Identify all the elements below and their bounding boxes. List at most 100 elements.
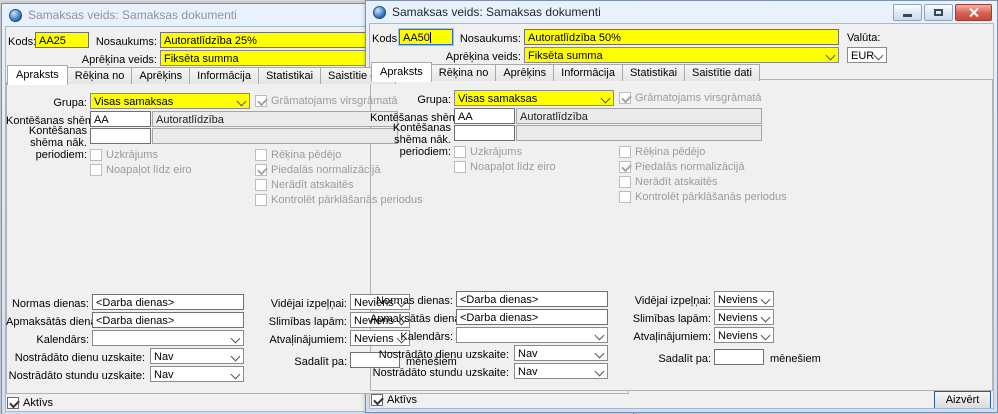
nostradato-stundu-label: Nostrādāto stundu uzskaite:: [372, 367, 509, 379]
apmaksatas-dienas-label: Apmaksātās dienas:: [370, 313, 470, 325]
nak-shema-kods-input[interactable]: [90, 128, 151, 144]
chevron-down-icon: [230, 351, 241, 362]
atvalinajumiem-value: Neviens: [718, 330, 758, 342]
noapalot-label: Noapaļot līdz eiro: [470, 161, 556, 173]
nostradato-stundu-combo[interactable]: Nav: [514, 363, 608, 379]
slimibas-lapam-combo[interactable]: Neviens: [714, 309, 774, 325]
nostradato-dienu-combo[interactable]: Nav: [514, 345, 608, 361]
nosaukums-input[interactable]: Autoratlīdzība 50%: [524, 29, 839, 45]
kalendars-combo[interactable]: [456, 327, 608, 343]
tab-statistikai[interactable]: Statistikai: [621, 64, 686, 81]
apmaksatas-dienas-input[interactable]: <Darba dienas>: [92, 312, 244, 328]
uzkrajums-checkbox-row: Uzkrājums: [90, 149, 158, 161]
aktivs-checkbox-row: Aktīvs: [371, 394, 417, 406]
nak-periodiem-label: Kontēšanas shēma nāk. periodiem:: [28, 125, 87, 161]
noapalot-checkbox-row: Noapaļot līdz eiro: [90, 164, 192, 176]
kalendars-label: Kalendārs:: [36, 334, 89, 346]
atvalinajumiem-combo[interactable]: Neviens: [714, 327, 774, 343]
chevron-down-icon: [825, 50, 836, 61]
atvalinajumiem-label: Atvaļinājumiem:: [269, 334, 347, 346]
kods-value: AA50: [403, 32, 430, 44]
kontrolet-checkbox: [255, 194, 267, 206]
noapalot-checkbox-row: Noapaļot līdz eiro: [454, 161, 556, 173]
tab-aprekins[interactable]: Aprēķins: [495, 64, 555, 81]
tab-informacija[interactable]: Informācija: [189, 67, 259, 84]
sadalit-pa-input[interactable]: [714, 349, 764, 365]
neradit-checkbox: [619, 176, 631, 188]
tab-strip: Apraksts Rēķina no Aprēķins Informācija …: [371, 62, 760, 82]
shema-kods-input[interactable]: AA: [90, 111, 151, 127]
valuta-value: EUR: [851, 50, 875, 62]
gramatojams-label: Grāmatojams virsgrāmatā: [635, 92, 762, 104]
uzkrajums-label: Uzkrājums: [106, 149, 158, 161]
minimize-button[interactable]: [893, 4, 922, 21]
neradit-checkbox-row: Nerādīt atskaitēs: [255, 179, 354, 191]
nak-shema-nosaukums-field: [516, 125, 762, 141]
kontrolet-label: Kontrolēt pārklāšanās periodus: [635, 191, 787, 203]
normas-dienas-input[interactable]: <Darba dienas>: [456, 291, 608, 307]
aktivs-checkbox[interactable]: [7, 397, 19, 409]
videjai-izpelnai-value: Neviens: [718, 294, 758, 306]
aizvert-button[interactable]: Aizvērt: [934, 391, 991, 408]
text-caret: [429, 32, 431, 43]
valuta-label: Valūta:: [847, 32, 881, 44]
aprekina-veids-combo[interactable]: Fiksēta summa: [524, 47, 839, 63]
grupa-combo[interactable]: Visas samaksas: [90, 93, 250, 109]
gramatojams-label: Grāmatojams virsgrāmatā: [271, 95, 398, 107]
videjai-izpelnai-combo[interactable]: Neviens: [714, 291, 774, 307]
rekina-pedejo-checkbox-row: Rēķina pēdējo: [255, 149, 341, 161]
piedalas-label: Piedalās normalizācijā: [635, 161, 745, 173]
app-icon: [373, 5, 386, 19]
kalendars-combo[interactable]: [92, 330, 244, 346]
piedalas-checkbox: [619, 161, 631, 173]
gramatojams-checkbox: [619, 92, 631, 104]
slimibas-lapam-label: Slimības lapām:: [632, 313, 711, 325]
nak-periodiem-label: Kontēšanas shēma nāk. periodiem:: [392, 122, 451, 158]
tab-statistikai[interactable]: Statistikai: [257, 67, 322, 84]
nostradato-dienu-combo[interactable]: Nav: [150, 348, 244, 364]
kods-label: Kods:: [8, 36, 37, 48]
tab-apraksts[interactable]: Apraksts: [7, 65, 68, 85]
nak-shema-kods-input[interactable]: [454, 125, 515, 141]
tab-rekina-no[interactable]: Rēķina no: [66, 67, 133, 84]
kontrolet-checkbox: [619, 191, 631, 203]
normas-dienas-input[interactable]: <Darba dienas>: [92, 294, 244, 310]
atvalinajumiem-label: Atvaļinājumiem:: [633, 331, 711, 343]
nostradato-stundu-combo[interactable]: Nav: [150, 366, 244, 382]
nostradato-stundu-label: Nostrādāto stundu uzskaite:: [8, 370, 145, 382]
rekina-pedejo-checkbox: [255, 149, 267, 161]
apmaksatas-dienas-input[interactable]: <Darba dienas>: [456, 309, 608, 325]
window-right: Samaksas veids: Samaksas dokumenti Kods:…: [365, 0, 998, 413]
tab-rekina-no[interactable]: Rēķina no: [430, 64, 497, 81]
uzkrajums-label: Uzkrājums: [470, 146, 522, 158]
neradit-label: Nerādīt atskaitēs: [635, 176, 718, 188]
aktivs-checkbox[interactable]: [371, 394, 383, 406]
tab-saistitie-dati[interactable]: Saistītie dati: [684, 64, 760, 81]
nostradato-dienu-value: Nav: [518, 348, 538, 360]
normas-dienas-label: Normas dienas:: [11, 298, 89, 310]
grupa-value: Visas samaksas: [94, 96, 174, 108]
grupa-combo[interactable]: Visas samaksas: [454, 90, 614, 106]
uzkrajums-checkbox: [90, 149, 102, 161]
videjai-izpelnai-label: Vidējai izpeļņai:: [634, 295, 711, 307]
tab-informacija[interactable]: Informācija: [553, 64, 623, 81]
piedalas-checkbox-row: Piedalās normalizācijā: [255, 164, 380, 176]
menesiem-label: mēnešiem: [770, 353, 821, 365]
close-icon: [969, 8, 978, 17]
shema-kods-input[interactable]: AA: [454, 108, 515, 124]
maximize-button[interactable]: [924, 4, 953, 21]
gramatojams-checkbox-row: Grāmatojams virsgrāmatā: [619, 92, 762, 104]
piedalas-label: Piedalās normalizācijā: [271, 164, 381, 176]
tab-aprekins[interactable]: Aprēķins: [131, 67, 191, 84]
rekina-pedejo-label: Rēķina pēdējo: [271, 149, 342, 161]
tab-apraksts[interactable]: Apraksts: [371, 62, 432, 82]
chevron-down-icon: [230, 333, 241, 344]
close-button[interactable]: [955, 4, 992, 21]
app-icon: [9, 8, 22, 22]
valuta-combo[interactable]: EUR: [847, 47, 887, 63]
chevron-down-icon: [760, 294, 771, 305]
nostradato-dienu-label: Nostrādāto dienu uzskaite:: [14, 352, 145, 364]
gramatojams-checkbox-row: Grāmatojams virsgrāmatā: [255, 95, 398, 107]
nostradato-stundu-value: Nav: [154, 369, 174, 381]
aprekina-veids-value: Fiksēta summa: [528, 50, 603, 62]
